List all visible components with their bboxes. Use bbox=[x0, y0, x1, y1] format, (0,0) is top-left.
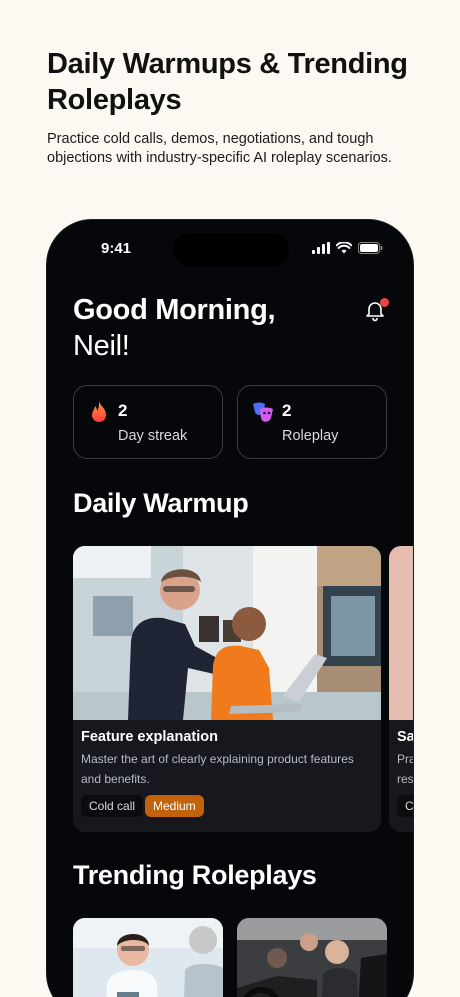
greeting-name: Neil! bbox=[73, 330, 130, 362]
masks-icon bbox=[253, 402, 273, 422]
flame-icon bbox=[92, 401, 106, 422]
stat-day-streak[interactable]: 2 Day streak bbox=[73, 385, 223, 459]
battery-icon bbox=[358, 242, 383, 254]
signal-icon bbox=[312, 242, 330, 254]
stat-label: Day streak bbox=[118, 428, 188, 444]
warmup-card-description: Master the art of clearly explaining pro… bbox=[81, 752, 354, 786]
wifi-icon bbox=[336, 242, 352, 254]
page-headline: Daily Warmups & Trending Roleplays bbox=[47, 48, 408, 116]
warmup-card-description: Pra res bbox=[397, 749, 414, 789]
trending-card-doctor[interactable] bbox=[73, 918, 223, 997]
section-title-trending-roleplays: Trending Roleplays bbox=[73, 860, 317, 890]
desc-line: res bbox=[397, 772, 414, 786]
warmup-card-photo bbox=[389, 546, 413, 720]
tag-category: Cold call bbox=[81, 795, 144, 817]
warmup-card[interactable]: Feature explanation Master the art of cl… bbox=[73, 546, 381, 832]
warmup-card-title: Sa bbox=[397, 729, 414, 745]
trending-card-car[interactable] bbox=[237, 918, 387, 997]
page-subheadline: Practice cold calls, demos, negotiations… bbox=[47, 131, 392, 166]
tag-difficulty: Medium bbox=[145, 795, 204, 817]
warmup-card-photo bbox=[73, 546, 381, 720]
warmup-card-next[interactable]: Sa Pra res C bbox=[389, 546, 414, 832]
status-icons bbox=[312, 242, 383, 254]
stat-value: 2 bbox=[282, 401, 292, 420]
stat-value: 2 bbox=[118, 401, 128, 420]
greeting-line-1: Good Morning, bbox=[73, 294, 276, 326]
phone-frame: 9:41 Good Morning, Neil! 2 Day streak 2 … bbox=[46, 219, 414, 997]
stat-label: Roleplay bbox=[282, 428, 339, 444]
dynamic-island bbox=[173, 233, 289, 267]
greeting: Good Morning, Neil! bbox=[73, 292, 276, 364]
desc-line: Pra bbox=[397, 752, 414, 766]
stat-roleplay[interactable]: 2 Roleplay bbox=[237, 385, 387, 459]
tag-category: C bbox=[397, 795, 413, 817]
status-time: 9:41 bbox=[101, 240, 132, 257]
warmup-card-title: Feature explanation bbox=[81, 729, 218, 745]
notification-dot bbox=[380, 298, 389, 307]
section-title-daily-warmup: Daily Warmup bbox=[73, 488, 249, 518]
